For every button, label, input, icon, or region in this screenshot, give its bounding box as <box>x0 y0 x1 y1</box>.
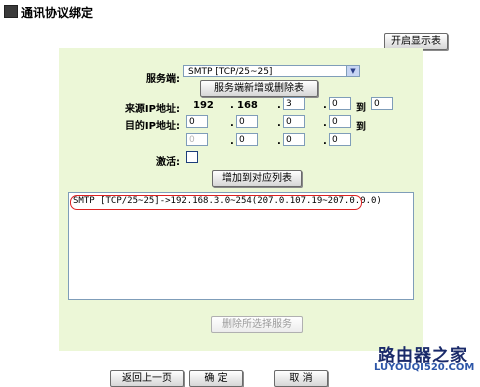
ip-dot: . <box>230 118 234 129</box>
dest-ip-octet-1-input[interactable]: 0 <box>186 115 208 128</box>
server-select-value: SMTP [TCP/25~25] <box>188 67 273 77</box>
ip-dot: . <box>230 100 234 111</box>
source-ip-octet-2: 168 <box>237 100 258 111</box>
ip-dot: . <box>323 136 327 147</box>
source-ip-octet-3-input[interactable]: 3 <box>283 97 305 110</box>
source-ip-label: 来源IP地址: <box>124 104 180 115</box>
add-to-list-button[interactable]: 增加到对应列表 <box>212 170 302 187</box>
ok-button[interactable]: 确 定 <box>189 370 243 387</box>
activate-checkbox[interactable] <box>186 151 198 163</box>
ip-dot: . <box>277 118 281 129</box>
dest-ip-end-octet-4-input[interactable]: 0 <box>329 133 351 146</box>
server-manage-button[interactable]: 服务端新增或删除表 <box>200 80 318 97</box>
highlight-ring <box>70 195 362 210</box>
watermark-url: LUYOUQI520.COM <box>374 362 475 373</box>
ip-dot: . <box>323 100 327 111</box>
source-ip-octet-1: 192 <box>193 100 214 111</box>
server-label: 服务端: <box>146 74 180 85</box>
to-label: 到 <box>356 103 366 114</box>
dest-ip-octet-2-input[interactable]: 0 <box>236 115 258 128</box>
dest-ip-end-octet-3-input[interactable]: 0 <box>283 133 305 146</box>
remove-selected-button[interactable]: 删除所选择服务 <box>211 316 303 333</box>
source-ip-end-input[interactable]: 0 <box>371 97 393 110</box>
page-title: 通讯协议绑定 <box>21 6 94 20</box>
chevron-down-icon[interactable]: ▼ <box>346 66 359 76</box>
dest-ip-end-octet-2-input[interactable]: 0 <box>236 133 258 146</box>
dest-ip-octet-3-input[interactable]: 0 <box>283 115 305 128</box>
dest-ip-octet-4-input[interactable]: 0 <box>329 115 351 128</box>
cancel-button[interactable]: 取 消 <box>274 370 328 387</box>
to-label: 到 <box>356 122 366 133</box>
activate-label: 激活: <box>156 157 180 168</box>
dest-ip-end-octet-1-input[interactable]: 0 <box>186 133 208 146</box>
ip-dot: . <box>277 136 281 147</box>
title-icon <box>4 5 18 18</box>
back-button[interactable]: 返回上一页 <box>110 370 184 387</box>
ip-dot: . <box>323 118 327 129</box>
dest-ip-label: 目的IP地址: <box>124 121 180 132</box>
server-select[interactable]: SMTP [TCP/25~25] ▼ <box>183 65 360 77</box>
source-ip-octet-4-input[interactable]: 0 <box>329 97 351 110</box>
ip-dot: . <box>277 100 281 111</box>
ip-dot: . <box>230 136 234 147</box>
